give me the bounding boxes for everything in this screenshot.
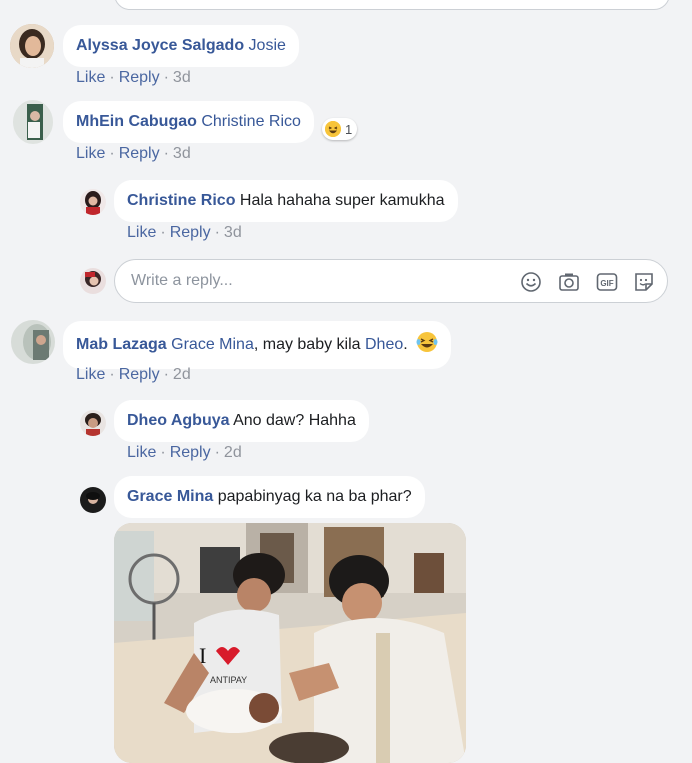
timestamp[interactable]: 3d <box>173 69 191 86</box>
sticker-icon[interactable] <box>633 271 655 293</box>
avatar[interactable] <box>10 24 54 68</box>
comment-actions: Like · Reply · 2d <box>127 444 242 462</box>
like-link[interactable]: Like <box>76 69 105 86</box>
comment-text: , may baby kila <box>253 336 365 353</box>
separator: · <box>160 444 166 461</box>
timestamp[interactable]: 3d <box>173 145 191 162</box>
separator: · <box>163 145 169 162</box>
comment-text: Ano daw? Hahha <box>233 412 356 429</box>
tagged-user[interactable]: Josie <box>249 37 286 54</box>
avatar-image <box>10 24 54 68</box>
timestamp[interactable]: 2d <box>224 444 242 461</box>
baptism-photo-image: I ANTIPAY <box>114 523 466 763</box>
reply-bubble: Dheo Agbuya Ano daw? Hahha <box>114 400 369 442</box>
avatar[interactable] <box>11 320 55 364</box>
comment-text-end: . <box>403 336 408 353</box>
comment-text: Hala hahaha super kamukha <box>239 192 445 209</box>
comment-text: papabinyag ka na ba phar? <box>217 488 412 505</box>
reaction-summary[interactable]: 1 <box>322 118 358 140</box>
haha-reaction-icon <box>325 121 341 137</box>
shirt-subtext: ANTIPAY <box>210 675 247 685</box>
comment-author[interactable]: Alyssa Joyce Salgado <box>76 37 244 54</box>
like-link[interactable]: Like <box>76 366 105 383</box>
avatar-image <box>80 268 106 294</box>
avatar[interactable] <box>13 100 53 144</box>
avatar[interactable] <box>80 189 106 215</box>
reply-bubble: Grace Mina papabinyag ka na ba phar? <box>114 476 425 518</box>
reply-link[interactable]: Reply <box>119 145 160 162</box>
comment-photo[interactable]: I ANTIPAY <box>114 523 466 763</box>
avatar-image <box>80 487 106 513</box>
camera-icon[interactable] <box>558 271 580 293</box>
separator: · <box>109 366 115 383</box>
separator: · <box>163 366 169 383</box>
separator: · <box>109 145 115 162</box>
separator: · <box>163 69 169 86</box>
comment-bubble: MhEin Cabugao Christine Rico <box>63 101 314 143</box>
comment-author[interactable]: Christine Rico <box>127 192 235 209</box>
tagged-user[interactable]: Christine Rico <box>201 113 301 130</box>
like-link[interactable]: Like <box>127 224 156 241</box>
reply-link[interactable]: Reply <box>170 224 211 241</box>
emoji-icon[interactable] <box>520 271 542 293</box>
separator: · <box>214 444 220 461</box>
reaction-count: 1 <box>345 121 353 137</box>
comment-author[interactable]: MhEin Cabugao <box>76 113 197 130</box>
separator: · <box>214 224 220 241</box>
tagged-user[interactable]: Dheo <box>365 336 403 353</box>
like-link[interactable]: Like <box>76 145 105 162</box>
laughing-emoji-icon <box>416 332 438 358</box>
reply-placeholder: Write a reply... <box>131 272 233 289</box>
comment-actions: Like · Reply · 2d <box>76 366 191 384</box>
avatar-image <box>80 189 106 215</box>
comment-author[interactable]: Grace Mina <box>127 488 213 505</box>
reply-link[interactable]: Reply <box>119 366 160 383</box>
avatar-image <box>80 410 106 436</box>
comment-actions: Like · Reply · 3d <box>76 145 191 163</box>
comment-author[interactable]: Dheo Agbuya <box>127 412 230 429</box>
comment-actions: Like · Reply · 3d <box>76 69 191 87</box>
avatar-image <box>13 100 53 144</box>
gif-icon[interactable]: GIF <box>596 271 618 293</box>
current-user-avatar <box>80 268 106 294</box>
reply-link[interactable]: Reply <box>119 69 160 86</box>
separator: · <box>160 224 166 241</box>
tagged-user[interactable]: Grace Mina <box>171 336 254 353</box>
avatar[interactable] <box>80 487 106 513</box>
reply-link[interactable]: Reply <box>170 444 211 461</box>
reply-bubble: Christine Rico Hala hahaha super kamukha <box>114 180 458 222</box>
svg-text:GIF: GIF <box>600 279 613 288</box>
timestamp[interactable]: 2d <box>173 366 191 383</box>
separator: · <box>109 69 115 86</box>
timestamp[interactable]: 3d <box>224 224 242 241</box>
comment-author[interactable]: Mab Lazaga <box>76 336 167 353</box>
comment-bubble: Mab Lazaga Grace Mina, may baby kila Dhe… <box>63 321 452 369</box>
avatar[interactable] <box>80 410 106 436</box>
like-link[interactable]: Like <box>127 444 156 461</box>
reply-input[interactable]: Write a reply... GIF <box>114 259 668 303</box>
comment-bubble: Alyssa Joyce Salgado Josie <box>63 25 299 67</box>
previous-reply-box[interactable] <box>114 0 670 10</box>
avatar-image <box>11 320 55 364</box>
comment-actions: Like · Reply · 3d <box>127 224 242 242</box>
